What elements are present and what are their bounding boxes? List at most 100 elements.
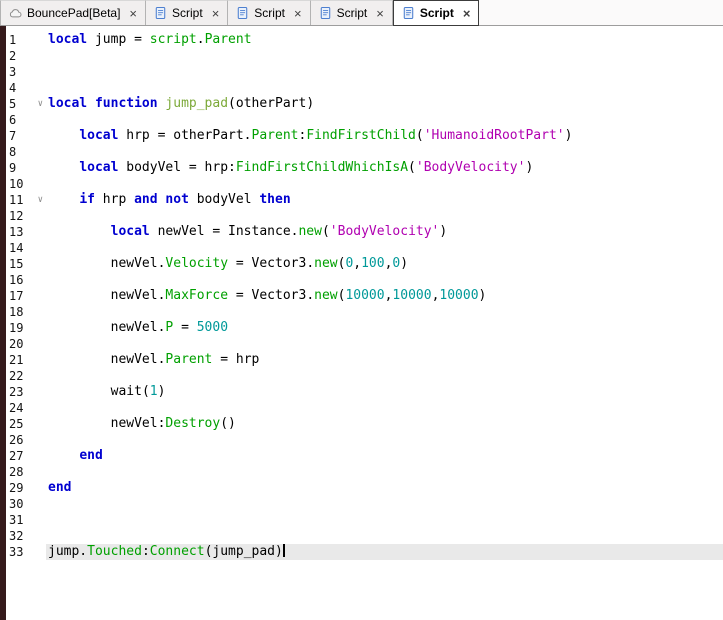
line-number-row-21[interactable]: 21 — [6, 352, 46, 368]
code-line-12[interactable] — [46, 208, 723, 224]
code-line-2[interactable] — [46, 48, 723, 64]
code-line-9[interactable]: local bodyVel = hrp:FindFirstChildWhichI… — [46, 160, 723, 176]
line-number-row-25[interactable]: 25 — [6, 416, 46, 432]
code-line-10[interactable] — [46, 176, 723, 192]
code-line-26[interactable] — [46, 432, 723, 448]
code-line-27[interactable]: end — [46, 448, 723, 464]
code-line-33[interactable]: jump.Touched:Connect(jump_pad) — [46, 544, 723, 560]
line-number: 1 — [9, 33, 17, 47]
tab-close-icon[interactable]: × — [212, 7, 220, 20]
tab-close-icon[interactable]: × — [463, 7, 471, 20]
line-number-row-10[interactable]: 10 — [6, 176, 46, 192]
line-number-row-16[interactable]: 16 — [6, 272, 46, 288]
code-line-17[interactable]: newVel.MaxForce = Vector3.new(10000,1000… — [46, 288, 723, 304]
code-line-6[interactable] — [46, 112, 723, 128]
code-line-1[interactable]: local jump = script.Parent — [46, 32, 723, 48]
code-line-25[interactable]: newVel:Destroy() — [46, 416, 723, 432]
line-number-row-6[interactable]: 6 — [6, 112, 46, 128]
line-number-row-15[interactable]: 15 — [6, 256, 46, 272]
fold-chevron-icon[interactable]: ∨ — [38, 193, 43, 207]
script-editor: 1 2 3 4 5 ∨ 6 7 8 9 10 11 ∨ 12 13 14 15 16 17 18 19 20 21 22 23 2… — [0, 26, 723, 620]
code-line-32[interactable] — [46, 528, 723, 544]
code-line-23[interactable]: wait(1) — [46, 384, 723, 400]
line-number-row-11[interactable]: 11 ∨ — [6, 192, 46, 208]
line-number-row-24[interactable]: 24 — [6, 400, 46, 416]
line-number-row-20[interactable]: 20 — [6, 336, 46, 352]
line-number-row-32[interactable]: 32 — [6, 528, 46, 544]
line-number-row-8[interactable]: 8 — [6, 144, 46, 160]
line-number: 25 — [9, 417, 24, 431]
line-number-row-9[interactable]: 9 — [6, 160, 46, 176]
code-area[interactable]: local jump = script.Parent local function… — [46, 26, 723, 620]
tab-close-icon[interactable]: × — [129, 7, 137, 20]
code-line-22[interactable] — [46, 368, 723, 384]
code-line-4[interactable] — [46, 80, 723, 96]
code-line-14[interactable] — [46, 240, 723, 256]
line-number-row-27[interactable]: 27 — [6, 448, 46, 464]
code-line-5[interactable]: local function jump_pad(otherPart) — [46, 96, 723, 112]
tab-script-2[interactable]: Script × — [228, 0, 311, 25]
code-line-7[interactable]: local hrp = otherPart.Parent:FindFirstCh… — [46, 128, 723, 144]
line-number: 15 — [9, 257, 24, 271]
line-number-row-33[interactable]: 33 — [6, 544, 46, 560]
line-number-row-22[interactable]: 22 — [6, 368, 46, 384]
line-number: 27 — [9, 449, 24, 463]
tab-bar: BouncePad[Beta] × Script × Script × Script × Scr… — [0, 0, 723, 26]
line-number-row-23[interactable]: 23 — [6, 384, 46, 400]
line-number: 13 — [9, 225, 24, 239]
code-line-19[interactable]: newVel.P = 5000 — [46, 320, 723, 336]
fold-chevron-icon[interactable]: ∨ — [38, 97, 43, 111]
line-number-row-5[interactable]: 5 ∨ — [6, 96, 46, 112]
code-line-15[interactable]: newVel.Velocity = Vector3.new(0,100,0) — [46, 256, 723, 272]
line-number: 7 — [9, 129, 17, 143]
code-line-21[interactable]: newVel.Parent = hrp — [46, 352, 723, 368]
tab-script-1[interactable]: Script × — [146, 0, 229, 25]
tab-place[interactable]: BouncePad[Beta] × — [0, 0, 146, 25]
tab-close-icon[interactable]: × — [376, 7, 384, 20]
code-line-31[interactable] — [46, 512, 723, 528]
line-number: 31 — [9, 513, 24, 527]
line-number-row-18[interactable]: 18 — [6, 304, 46, 320]
text-cursor — [282, 544, 285, 557]
line-number-row-31[interactable]: 31 — [6, 512, 46, 528]
code-line-24[interactable] — [46, 400, 723, 416]
line-number: 9 — [9, 161, 17, 175]
line-number-row-13[interactable]: 13 — [6, 224, 46, 240]
line-number-row-29[interactable]: 29 — [6, 480, 46, 496]
line-number: 20 — [9, 337, 24, 351]
code-line-3[interactable] — [46, 64, 723, 80]
line-number-row-2[interactable]: 2 — [6, 48, 46, 64]
code-line-29[interactable]: end — [46, 480, 723, 496]
code-line-20[interactable] — [46, 336, 723, 352]
code-line-16[interactable] — [46, 272, 723, 288]
code-line-28[interactable] — [46, 464, 723, 480]
line-number-row-14[interactable]: 14 — [6, 240, 46, 256]
code-line-8[interactable] — [46, 144, 723, 160]
line-number: 8 — [9, 145, 17, 159]
line-number-row-30[interactable]: 30 — [6, 496, 46, 512]
script-icon — [320, 6, 330, 20]
line-number: 33 — [9, 545, 24, 559]
line-number-row-7[interactable]: 7 — [6, 128, 46, 144]
line-number: 2 — [9, 49, 17, 63]
code-line-18[interactable] — [46, 304, 723, 320]
code-line-11[interactable]: if hrp and not bodyVel then — [46, 192, 723, 208]
code-line-13[interactable]: local newVel = Instance.new('BodyVelocit… — [46, 224, 723, 240]
code-line-30[interactable] — [46, 496, 723, 512]
tab-script-4[interactable]: Script × — [392, 0, 480, 26]
tab-close-icon[interactable]: × — [294, 7, 302, 20]
line-number-row-4[interactable]: 4 — [6, 80, 46, 96]
line-number-row-26[interactable]: 26 — [6, 432, 46, 448]
line-number-row-17[interactable]: 17 — [6, 288, 46, 304]
line-number-row-12[interactable]: 12 — [6, 208, 46, 224]
line-number-row-28[interactable]: 28 — [6, 464, 46, 480]
tab-script-3[interactable]: Script × — [310, 0, 393, 25]
line-number: 10 — [9, 177, 24, 191]
studio-window: BouncePad[Beta] × Script × Script × Script × Scr… — [0, 0, 723, 620]
line-number-row-3[interactable]: 3 — [6, 64, 46, 80]
place-icon — [9, 8, 22, 17]
line-number-row-19[interactable]: 19 — [6, 320, 46, 336]
line-number: 14 — [9, 241, 24, 255]
line-number: 29 — [9, 481, 24, 495]
line-number-row-1[interactable]: 1 — [6, 32, 46, 48]
